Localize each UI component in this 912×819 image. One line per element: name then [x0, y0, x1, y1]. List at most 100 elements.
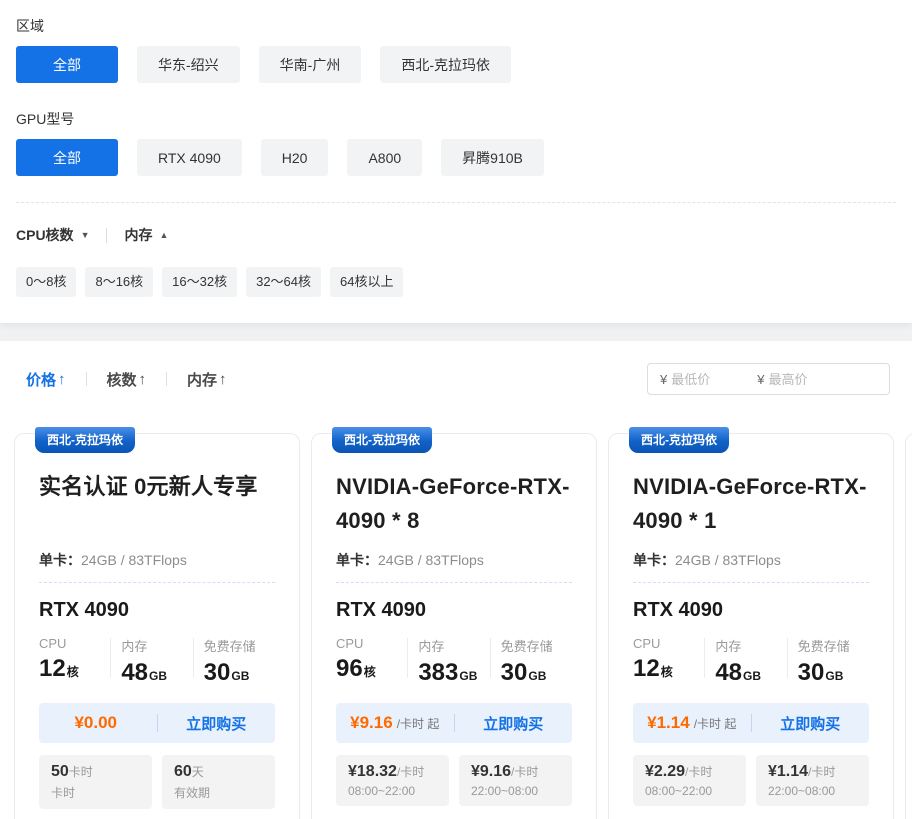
card-title: 实名认证 0元新人专享	[39, 470, 275, 538]
vertical-divider	[86, 372, 87, 386]
per-card-label: 单卡：	[39, 552, 81, 568]
spec-value: 30	[501, 659, 528, 686]
min-price-input[interactable]	[671, 372, 753, 387]
price-bar: ¥1.14/卡时 起 立即购买	[633, 703, 869, 743]
cpu-cores-dropdown-label: CPU核数	[16, 225, 74, 245]
buy-now-button[interactable]: 立即购买	[752, 713, 870, 734]
gpu-option-ascend910b[interactable]: 昇腾910B	[441, 139, 544, 176]
core-range-chips: 0～8核 8～16核 16～32核 32～64核 64核以上	[16, 267, 896, 297]
sub-price-main: ¥1.14	[768, 763, 808, 780]
spec-row: CPU 96核 内存 383GB 免费存储 30GB	[336, 636, 572, 685]
region-option-xibei-kelamayi[interactable]: 西北-克拉玛依	[380, 46, 511, 83]
sub-price-caption: 08:00~22:00	[348, 784, 437, 798]
sub-price-caption: 22:00~08:00	[768, 784, 857, 798]
gpu-card: 西北-克拉玛依 实名认证 0元新人专享 单卡：24GB / 83TFlops R…	[14, 433, 300, 819]
spec-memory: 内存 48GB	[121, 636, 192, 685]
arrow-up-icon: ↑	[58, 371, 66, 388]
sub-price-unit: /卡时	[685, 765, 712, 779]
spec-storage: 免费存储 30GB	[204, 636, 275, 685]
max-price-input[interactable]	[768, 372, 850, 387]
region-ribbon: 西北-克拉玛依	[35, 427, 135, 453]
spec-cpu: CPU 96核	[336, 636, 407, 681]
price-bar: ¥9.16/卡时 起 立即购买	[336, 703, 572, 743]
gpu-model-filter: GPU型号 全部 RTX 4090 H20 A800 昇腾910B	[16, 109, 896, 176]
vertical-divider	[193, 638, 194, 678]
region-option-huanan-guangzhou[interactable]: 华南-广州	[259, 46, 362, 83]
gpu-card: 西北-克拉玛依 NVIDIA-GeForce-RTX-4090 * 1 单卡：2…	[608, 433, 894, 819]
memory-dropdown-label: 内存	[124, 225, 152, 245]
sort-by-price-label: 价格	[26, 369, 56, 390]
core-range-0-8[interactable]: 0～8核	[16, 267, 76, 297]
sub-price-unit: /卡时	[511, 765, 538, 779]
memory-dropdown[interactable]: 内存 ▲	[124, 225, 168, 245]
price-suffix: /卡时 起	[397, 717, 440, 731]
spec-value: 12	[633, 655, 660, 682]
vertical-divider	[490, 638, 491, 678]
price-display: ¥9.16/卡时 起	[336, 713, 454, 733]
spec-unit: GB	[528, 669, 546, 683]
spec-storage: 免费存储 30GB	[798, 636, 869, 685]
sub-price-row: 50卡时 卡时 60天 有效期	[39, 755, 275, 809]
spec-cpu: CPU 12核	[39, 636, 110, 681]
arrow-up-icon: ↑	[139, 371, 147, 388]
region-filter: 区域 全部 华东-绍兴 华南-广州 西北-克拉玛依	[16, 16, 896, 83]
gpu-option-a800[interactable]: A800	[347, 139, 422, 176]
spec-label: 内存	[418, 636, 489, 655]
region-option-huadong-shaoxing[interactable]: 华东-绍兴	[137, 46, 240, 83]
spec-memory: 内存 383GB	[418, 636, 489, 685]
sub-price-chip: ¥1.14/卡时 22:00~08:00	[756, 755, 869, 806]
gpu-option-rtx4090[interactable]: RTX 4090	[137, 139, 242, 176]
sub-price-chip: ¥18.32/卡时 08:00~22:00	[336, 755, 449, 806]
spec-unit: GB	[825, 669, 843, 683]
card-title: NVIDIA-GeForce-RTX-4090 * 8	[336, 470, 572, 538]
sub-price-chip: 60天 有效期	[162, 755, 275, 809]
core-range-8-16[interactable]: 8～16核	[85, 267, 153, 297]
spec-value: 30	[204, 659, 231, 686]
per-card-value: 24GB / 83TFlops	[675, 552, 781, 568]
sub-price-row: ¥2.29/卡时 08:00~22:00 ¥1.14/卡时 22:00~08:0…	[633, 755, 869, 806]
sub-price-unit: /卡时	[808, 765, 835, 779]
price-display: ¥1.14/卡时 起	[633, 713, 751, 733]
per-card-spec: 单卡：24GB / 83TFlops	[633, 550, 869, 570]
gpu-options-row: 全部 RTX 4090 H20 A800 昇腾910B	[16, 139, 896, 176]
gpu-name: RTX 4090	[633, 599, 869, 622]
advanced-filter-row: CPU核数 ▼ 内存 ▲	[16, 225, 896, 245]
region-ribbon: 西北-克拉玛依	[332, 427, 432, 453]
card-divider	[633, 582, 869, 583]
cpu-cores-dropdown[interactable]: CPU核数 ▼	[16, 225, 89, 245]
core-range-32-64[interactable]: 32～64核	[246, 267, 321, 297]
price-amount: ¥0.00	[74, 713, 117, 732]
spec-row: CPU 12核 内存 48GB 免费存储 30GB	[39, 636, 275, 685]
spec-label: 免费存储	[798, 636, 869, 655]
per-card-value: 24GB / 83TFlops	[378, 552, 484, 568]
gpu-option-all[interactable]: 全部	[16, 139, 118, 176]
filter-panel: 区域 全部 华东-绍兴 华南-广州 西北-克拉玛依 GPU型号 全部 RTX 4…	[0, 0, 912, 323]
sort-by-price[interactable]: 价格↑	[26, 369, 66, 390]
spec-unit: 核	[67, 665, 79, 679]
sub-price-unit: /卡时	[397, 765, 424, 779]
buy-now-button[interactable]: 立即购买	[158, 713, 276, 734]
spec-memory: 内存 48GB	[715, 636, 786, 685]
sort-by-cores[interactable]: 核数↑	[107, 369, 147, 390]
gpu-name: RTX 4090	[336, 599, 572, 622]
price-range-filter: ¥ ¥	[647, 363, 890, 395]
spec-unit: GB	[149, 669, 167, 683]
spec-label: 免费存储	[204, 636, 275, 655]
core-range-64plus[interactable]: 64核以上	[330, 267, 403, 297]
sub-price-caption: 卡时	[51, 784, 140, 801]
core-range-16-32[interactable]: 16～32核	[162, 267, 237, 297]
per-card-spec: 单卡：24GB / 83TFlops	[336, 550, 572, 570]
buy-now-button[interactable]: 立即购买	[455, 713, 573, 734]
price-display: ¥0.00	[39, 713, 157, 733]
sub-price-caption: 有效期	[174, 784, 263, 801]
gpu-option-h20[interactable]: H20	[261, 139, 329, 176]
sort-by-memory[interactable]: 内存↑	[187, 369, 227, 390]
spec-unit: 核	[661, 665, 673, 679]
vertical-divider	[166, 372, 167, 386]
gpu-model-filter-label: GPU型号	[16, 109, 896, 129]
sub-price-unit: 卡时	[69, 765, 93, 779]
spec-label: 免费存储	[501, 636, 572, 655]
spec-unit: GB	[743, 669, 761, 683]
yen-icon: ¥	[757, 372, 764, 387]
region-option-all[interactable]: 全部	[16, 46, 118, 83]
